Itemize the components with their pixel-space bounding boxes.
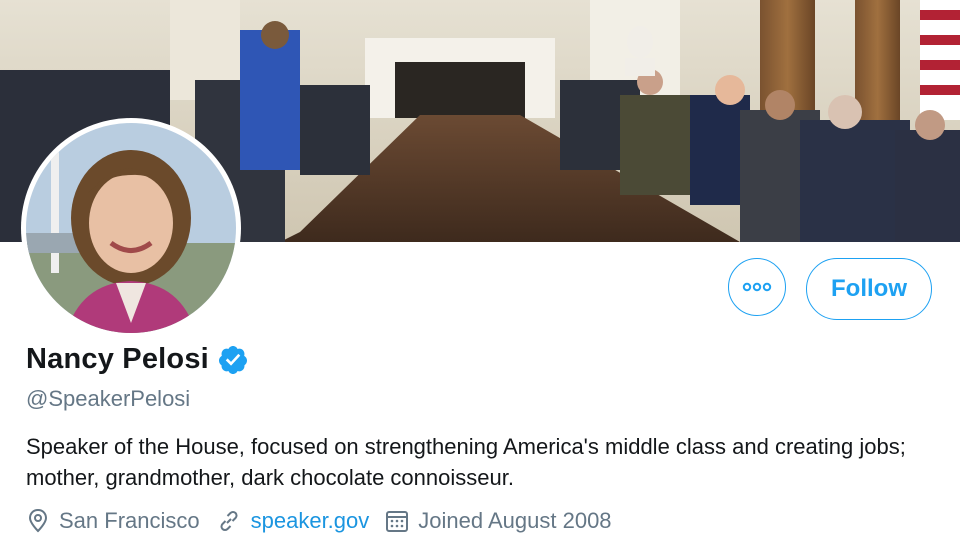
verified-badge-icon (217, 344, 249, 376)
location-text: San Francisco (59, 508, 200, 533)
profile-name: Nancy Pelosi (26, 343, 209, 375)
profile-bio: Speaker of the House, focused on strengt… (26, 434, 906, 490)
calendar-icon (386, 511, 409, 532)
profile-avatar[interactable] (21, 118, 241, 338)
website-link[interactable]: speaker.gov (251, 508, 370, 534)
more-options-button[interactable] (728, 258, 786, 316)
profile-handle: @SpeakerPelosi (26, 386, 191, 411)
profile-location: San Francisco (26, 508, 200, 534)
profile-joined: Joined August 2008 (385, 508, 612, 534)
joined-text: Joined August 2008 (418, 508, 612, 533)
profile-website[interactable]: speaker.gov (216, 508, 370, 534)
avatar-photo (26, 123, 236, 333)
location-pin-icon (28, 508, 48, 533)
profile-meta: San Francisco speaker.gov Joined August … (26, 508, 628, 534)
more-horizontal-icon (742, 282, 772, 292)
profile-name-row: Nancy Pelosi (26, 343, 249, 376)
follow-button[interactable]: Follow (806, 258, 932, 320)
link-icon (220, 510, 238, 532)
